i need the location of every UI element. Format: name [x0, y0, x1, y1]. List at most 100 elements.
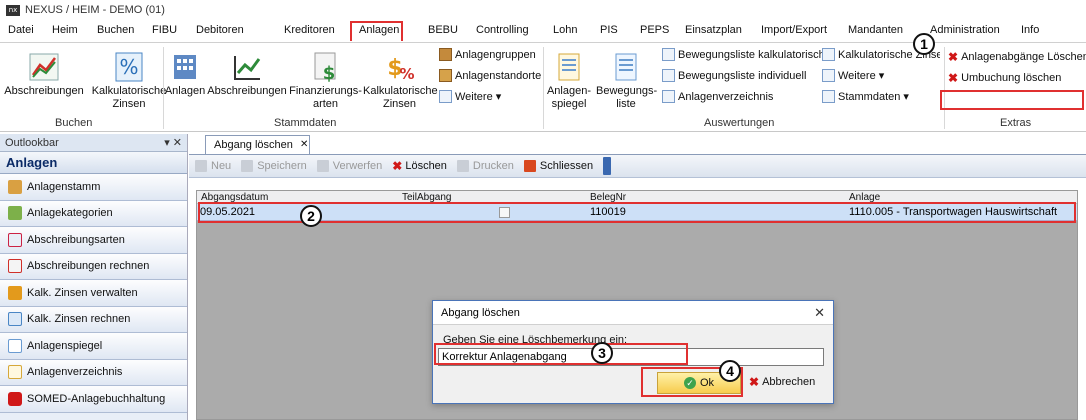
label-2: spiegel — [551, 98, 587, 110]
dollar-icon — [8, 285, 22, 300]
speichern-button[interactable]: Speichern — [241, 160, 307, 172]
label: Stammdaten ▾ — [838, 91, 909, 103]
sidebar-item-anlagenstamm[interactable]: Anlagenstamm — [0, 174, 187, 201]
close-icon[interactable]: ✕ — [300, 139, 308, 150]
sidebar-item-label: SOMED-Anlagebuchhaltung — [27, 392, 166, 405]
highlight-input — [434, 343, 688, 365]
ribbon-auswertungen-stammdaten[interactable]: Stammdaten ▾ — [822, 90, 909, 103]
ribbon-abschreibungen-buchen-button[interactable]: Abschreibungen — [4, 51, 84, 98]
cancel-x-icon: ✖ — [749, 375, 760, 389]
list-icon — [439, 90, 452, 103]
sidebar-item-abschreibungen-rechnen[interactable]: Abschreibungen rechnen — [0, 253, 187, 280]
label: Weitere ▾ — [455, 91, 502, 103]
menu-pis[interactable]: PIS — [600, 24, 618, 36]
print-icon — [456, 160, 469, 172]
schliessen-button[interactable]: Schliessen — [523, 160, 594, 172]
label: Verwerfen — [332, 160, 383, 172]
ribbon-separator — [944, 47, 945, 129]
label: Schliessen — [539, 160, 594, 172]
ribbon-bewegungsliste-indiv[interactable]: Bewegungsliste individuell — [662, 69, 806, 82]
label: Speichern — [257, 160, 307, 172]
ribbon-anlagenabgaenge-loeschen[interactable]: ✖ Anlagenabgänge Löschen — [948, 50, 1086, 64]
group-label-auswertungen: Auswertungen — [704, 117, 775, 129]
drucken-button[interactable]: Drucken — [456, 160, 514, 172]
ribbon-kalk-zinsen-buchen-button[interactable]: % Kalkulatorische Zinsen — [86, 51, 172, 111]
sidebar-item-label: Abschreibungen rechnen — [27, 260, 150, 273]
label-2: Zinsen — [112, 98, 146, 110]
verwerfen-button[interactable]: Verwerfen — [316, 160, 383, 172]
list-icon — [822, 90, 835, 103]
sidebar-item-anlagekategorien[interactable]: Anlagekategorien — [0, 200, 187, 227]
sidebar-item-kalk-zinsen-rechnen[interactable]: Kalk. Zinsen rechnen — [0, 306, 187, 333]
menu-anlagen[interactable]: Anlagen — [359, 24, 399, 36]
label-1: Anlagen- — [546, 85, 592, 97]
sidebar-item-kalk-zinsen-verwalten[interactable]: Kalk. Zinsen verwalten — [0, 280, 187, 307]
ribbon-anlagengruppen[interactable]: Anlagengruppen — [439, 48, 536, 61]
building-icon — [8, 179, 22, 194]
sidebar-item-abschreibungsarten[interactable]: Abschreibungsarten — [0, 227, 187, 254]
report-icon — [558, 53, 580, 81]
menu-debitoren[interactable]: Debitoren — [196, 24, 244, 36]
menu-lohn[interactable]: Lohn — [553, 24, 577, 36]
percent-icon: % — [115, 52, 143, 82]
chart-icon — [8, 259, 22, 274]
new-icon — [195, 160, 207, 172]
menu-administration[interactable]: Administration — [930, 24, 1000, 36]
cancel-button[interactable]: ✖ Abbrechen — [749, 375, 815, 389]
label: Anlagengruppen — [455, 48, 536, 61]
percent-icon — [8, 312, 22, 327]
sidebar-item-anlagenspiegel[interactable]: Anlagenspiegel — [0, 333, 187, 360]
ribbon-bewegungsliste-button[interactable]: Bewegungs- liste — [596, 51, 657, 111]
sidebar-item-anlagenverzeichnis[interactable]: Anlagenverzeichnis — [0, 359, 187, 386]
ribbon-stammdaten-weitere[interactable]: Weitere ▾ — [439, 90, 501, 103]
tab-abgang-loeschen[interactable]: Abgang löschen ✕ — [205, 135, 310, 154]
menu-kreditoren[interactable]: Kreditoren — [284, 24, 335, 36]
menu-peps[interactable]: PEPS — [640, 24, 669, 36]
svg-text:%: % — [399, 65, 414, 83]
label: Anlagenstandorte — [455, 69, 542, 82]
ribbon-bewegungsliste-kalk[interactable]: Bewegungsliste kalkulatorisch — [662, 48, 825, 61]
sidebar-header-label: Outlookbar — [5, 136, 59, 149]
highlight-extras — [940, 90, 1084, 110]
menu-mandanten[interactable]: Mandanten — [848, 24, 903, 36]
label: Weitere ▾ — [838, 70, 885, 82]
ribbon-anlagen-button[interactable]: Anlagen — [164, 51, 206, 98]
close-icon[interactable]: ✕ — [814, 305, 825, 321]
loeschen-button[interactable]: ✖ Löschen — [392, 159, 447, 173]
sidebar-item-somed[interactable]: SOMED-Anlagebuchhaltung — [0, 386, 187, 413]
decline-chart-icon — [8, 232, 22, 247]
report-small-icon — [822, 48, 835, 61]
menu-einsatzplan[interactable]: Einsatzplan — [685, 24, 742, 36]
ribbon-umbuchung-loeschen[interactable]: ✖ Umbuchung löschen — [948, 71, 1061, 85]
menu-fibu[interactable]: FIBU — [152, 24, 177, 36]
ribbon-finanzierungsarten-button[interactable]: $ Finanzierungs- arten — [288, 51, 363, 111]
sidebar-item-label: Anlagekategorien — [27, 207, 113, 220]
ribbon-auswertungen-weitere[interactable]: Weitere ▾ — [822, 69, 884, 82]
ribbon-anlagenstandorte[interactable]: Anlagenstandorte — [439, 69, 541, 82]
delete-x-icon: ✖ — [948, 50, 959, 64]
label: Drucken — [472, 160, 514, 172]
menu-buchen[interactable]: Buchen — [97, 24, 134, 36]
ribbon-abschreibungen-stamm-button[interactable]: Abschreibungen — [207, 51, 287, 98]
menu-import-export[interactable]: Import/Export — [761, 24, 827, 36]
menu-bebu[interactable]: BEBU — [428, 24, 458, 36]
sidebar-controls[interactable]: ▾ ✕ — [164, 136, 182, 149]
toolbar-overflow-icon[interactable] — [603, 157, 612, 175]
label: Anlagen — [164, 85, 206, 97]
ribbon-anlagenverzeichnis[interactable]: Anlagenverzeichnis — [662, 90, 773, 103]
ribbon-kalk-zinsen-stamm-button[interactable]: $% Kalkulatorische Zinsen — [363, 51, 438, 111]
ribbon-anlagenspiegel-button[interactable]: Anlagen- spiegel — [545, 51, 593, 111]
menu-info[interactable]: Info — [1021, 24, 1039, 36]
label-2: Zinsen — [382, 98, 417, 110]
menu-heim[interactable]: Heim — [52, 24, 78, 36]
menu-controlling[interactable]: Controlling — [476, 24, 529, 36]
menu-datei[interactable]: Datei — [8, 24, 34, 36]
shield-icon — [8, 391, 22, 406]
dialog-titlebar: Abgang löschen ✕ — [433, 301, 833, 325]
sidebar-item-label: Kalk. Zinsen verwalten — [27, 286, 138, 299]
chart-up-icon — [29, 53, 59, 81]
discard-icon — [316, 160, 329, 172]
neu-button[interactable]: Neu — [195, 160, 231, 172]
tab-label: Abgang löschen — [214, 139, 293, 151]
report-icon — [8, 365, 22, 380]
